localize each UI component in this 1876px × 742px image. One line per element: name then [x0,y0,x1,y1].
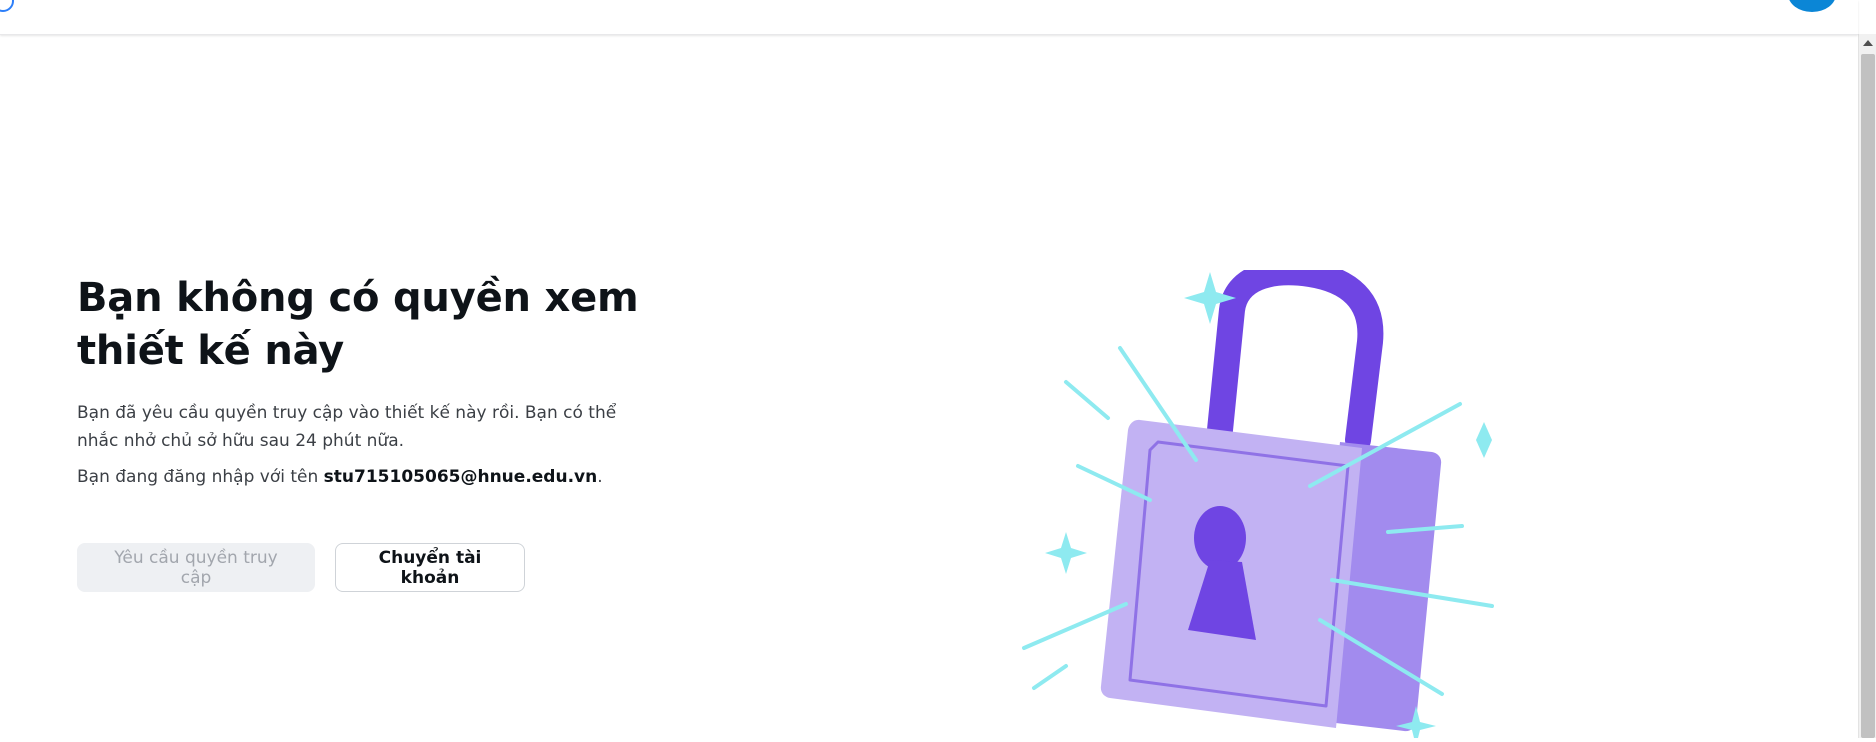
request-access-button[interactable]: Yêu cầu quyền truy cập [77,543,315,592]
access-requested-message: Bạn đã yêu cầu quyền truy cập vào thiết … [77,403,617,451]
sparkle-icon [1476,422,1492,458]
scroll-up-arrow-icon[interactable] [1863,40,1873,46]
signed-in-prefix: Bạn đang đăng nhập với tên [77,467,324,487]
sparkle-icon [1045,532,1087,574]
access-denied-panel: Bạn không có quyền xem thiết kế này Bạn … [77,272,657,592]
lock-icon [1022,259,1494,742]
locked-illustration [1010,259,1510,742]
signed-in-message: Bạn đang đăng nhập với tên stu715105065@… [77,464,657,490]
avatar[interactable] [1788,0,1836,12]
page-title: Bạn không có quyền xem thiết kế này [77,275,639,374]
signed-in-email: stu715105065@hnue.edu.vn [323,467,598,487]
action-buttons: Yêu cầu quyền truy cập Chuyển tài khoản [77,543,657,592]
lock-shackle [1207,259,1384,453]
app-logo-icon[interactable] [0,0,14,12]
scrollbar-thumb[interactable] [1861,54,1875,738]
top-bar [0,0,1858,35]
signed-in-suffix: . [597,467,603,487]
switch-account-button[interactable]: Chuyển tài khoản [335,543,525,592]
lock-keyhole-top [1194,506,1246,570]
vertical-scrollbar[interactable] [1858,34,1876,738]
